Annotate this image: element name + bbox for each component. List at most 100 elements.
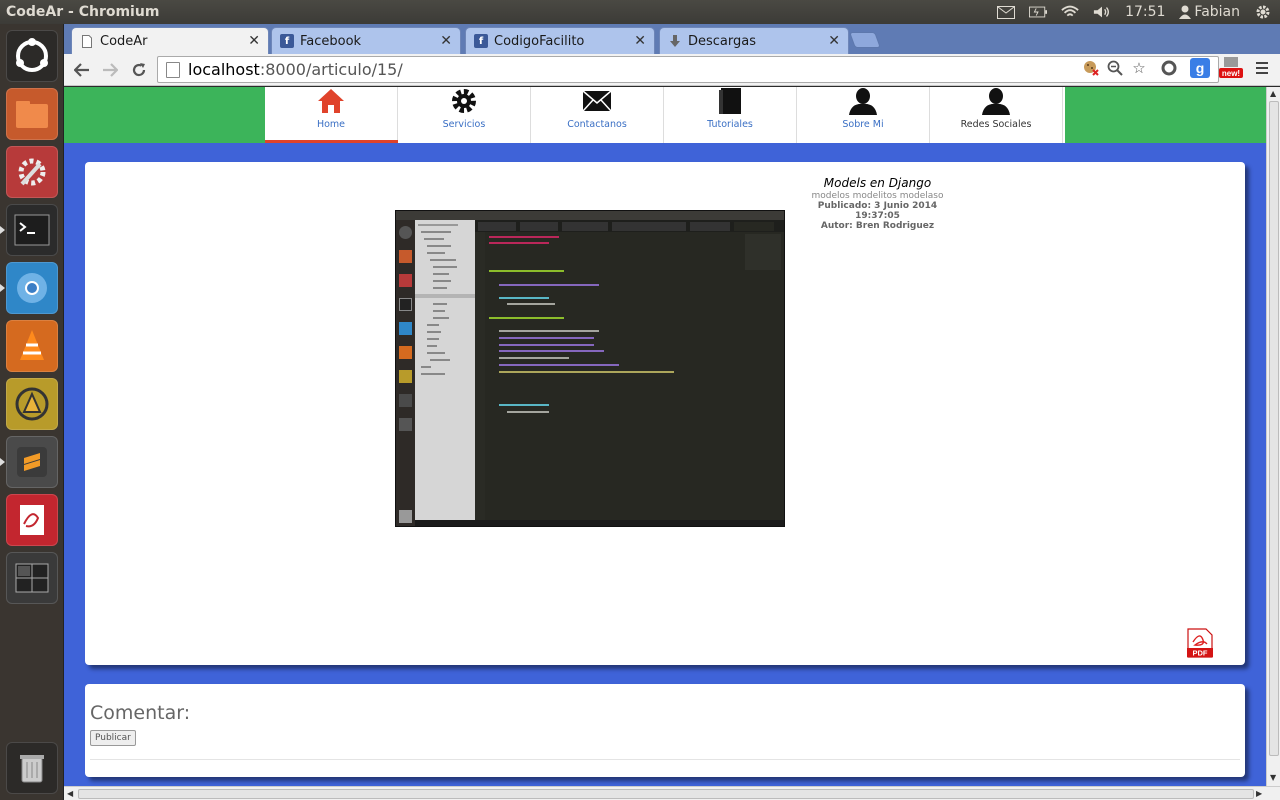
sublime-launcher-button[interactable] (6, 436, 58, 488)
drawing-app-icon (15, 387, 49, 421)
clock[interactable]: 17:51 (1125, 4, 1165, 20)
nav-contactanos[interactable]: Contactanos (531, 87, 664, 143)
gear-icon (449, 87, 479, 116)
pdf-label: PDF (1193, 649, 1208, 658)
trash-launcher-button[interactable] (6, 742, 58, 794)
files-launcher-button[interactable] (6, 88, 58, 140)
pdf-download-button[interactable]: PDF (1185, 628, 1215, 658)
extension-circle-icon[interactable] (1159, 58, 1179, 78)
nav-label: Tutoriales (707, 119, 753, 130)
tab-codear[interactable]: CodeAr ✕ (71, 27, 269, 54)
nav-tutoriales[interactable]: Tutoriales (664, 87, 797, 143)
tab-descargas[interactable]: Descargas ✕ (659, 27, 849, 54)
comments-card: Comentar: Publicar (85, 684, 1245, 777)
article-image[interactable] (395, 210, 785, 527)
page-info-icon[interactable] (166, 61, 180, 78)
user-name: Fabian (1194, 4, 1240, 20)
close-tab-icon[interactable]: ✕ (440, 33, 452, 49)
user-icon (848, 87, 878, 116)
vlc-cone-icon (20, 330, 44, 360)
terminal-icon (14, 214, 50, 246)
reload-button[interactable] (127, 58, 151, 82)
nav-home[interactable]: Home (265, 87, 398, 143)
browser-toolbar: localhost:8000/articulo/15/ ☆ g new! (64, 54, 1280, 86)
pdf-icon: PDF (1187, 628, 1213, 658)
forward-button[interactable] (98, 58, 122, 82)
folder-icon (16, 101, 48, 128)
google-extension-icon[interactable]: g (1190, 58, 1210, 78)
tab-strip: CodeAr ✕ f Facebook ✕ f CodigoFacilito ✕… (64, 24, 1280, 54)
user-menu[interactable]: Fabian (1179, 4, 1240, 20)
article-meta: Models en Django modelos modelitos model… (795, 176, 960, 231)
volume-icon[interactable] (1093, 5, 1111, 19)
close-tab-icon[interactable]: ✕ (828, 33, 840, 49)
vlc-launcher-button[interactable] (6, 320, 58, 372)
chromium-launcher-button[interactable] (6, 262, 58, 314)
tools-icon (18, 158, 46, 186)
svg-text:new!: new! (1222, 69, 1240, 78)
divider (90, 759, 1240, 760)
publish-button[interactable]: Publicar (90, 730, 136, 746)
scroll-thumb[interactable] (78, 789, 1254, 799)
article-tags: modelos modelitos modelaso (811, 191, 944, 201)
workspace-switcher-button[interactable] (6, 552, 58, 604)
unity-launcher (0, 24, 64, 800)
user-icon (981, 87, 1011, 116)
battery-icon[interactable] (1029, 5, 1048, 19)
trash-icon (20, 755, 44, 783)
running-indicator (0, 226, 5, 234)
scroll-thumb[interactable] (1269, 101, 1279, 756)
close-tab-icon[interactable]: ✕ (634, 33, 646, 49)
nav-redes-sociales[interactable]: Redes Sociales (930, 87, 1063, 143)
book-icon (715, 87, 745, 116)
zoom-icon[interactable] (1105, 58, 1125, 78)
downloader-extension-icon[interactable]: new! (1218, 57, 1244, 78)
scroll-left-arrow-icon[interactable]: ◀ (67, 789, 73, 798)
tab-label: CodeAr (100, 33, 148, 49)
home-icon (316, 87, 346, 116)
power-gear-icon[interactable] (1254, 5, 1272, 19)
window-title: CodeAr - Chromium (6, 4, 160, 20)
ubuntu-dash-button[interactable] (6, 30, 58, 82)
page-icon (80, 34, 94, 48)
facebook-icon: f (474, 34, 488, 48)
address-url[interactable]: localhost:8000/articulo/15/ (188, 60, 403, 79)
tab-facebook[interactable]: f Facebook ✕ (271, 27, 461, 54)
facebook-icon: f (280, 34, 294, 48)
article-author: Autor: Bren Rodriguez (820, 221, 935, 231)
page-viewport: Home Servicios Contactanos Tutoriales So… (64, 87, 1266, 786)
vertical-scrollbar[interactable]: ▲ ▼ (1266, 87, 1280, 786)
tab-codigofacilito[interactable]: f CodigoFacilito ✕ (465, 27, 655, 54)
close-tab-icon[interactable]: ✕ (248, 33, 260, 49)
scroll-up-arrow-icon[interactable]: ▲ (1270, 89, 1276, 98)
blocked-cookies-icon[interactable] (1081, 58, 1101, 78)
nav-sobre-mi[interactable]: Sobre Mi (797, 87, 930, 143)
site-navbar: Home Servicios Contactanos Tutoriales So… (64, 87, 1266, 143)
svg-text:g: g (1196, 60, 1205, 76)
new-tab-button[interactable] (849, 32, 881, 48)
scroll-down-arrow-icon[interactable]: ▼ (1270, 773, 1276, 782)
nav-servicios[interactable]: Servicios (398, 87, 531, 143)
settings-launcher-button[interactable] (6, 146, 58, 198)
terminal-launcher-button[interactable] (6, 204, 58, 256)
reload-icon (132, 63, 146, 77)
horizontal-scrollbar[interactable]: ◀ ▶ (64, 786, 1280, 800)
inkscape-launcher-button[interactable] (6, 378, 58, 430)
envelope-icon (582, 87, 612, 116)
mail-icon[interactable] (997, 5, 1016, 19)
system-top-panel: CodeAr - Chromium 17:51 Fabian (0, 0, 1280, 24)
nav-label: Contactanos (567, 119, 627, 130)
scroll-right-arrow-icon[interactable]: ▶ (1256, 789, 1262, 798)
back-button[interactable] (70, 58, 94, 82)
document-viewer-launcher-button[interactable] (6, 494, 58, 546)
comments-title: Comentar: (90, 702, 191, 724)
menu-icon[interactable] (1252, 58, 1272, 78)
tab-label: CodigoFacilito (494, 33, 585, 49)
article-card: Models en Django modelos modelitos model… (85, 162, 1245, 665)
nav-label: Servicios (442, 119, 486, 130)
bookmark-star-icon[interactable]: ☆ (1129, 58, 1149, 78)
ubuntu-logo-icon (16, 38, 48, 72)
address-bar[interactable]: localhost:8000/articulo/15/ (157, 56, 1219, 83)
wifi-icon[interactable] (1061, 5, 1079, 19)
tab-label: Descargas (688, 33, 757, 49)
